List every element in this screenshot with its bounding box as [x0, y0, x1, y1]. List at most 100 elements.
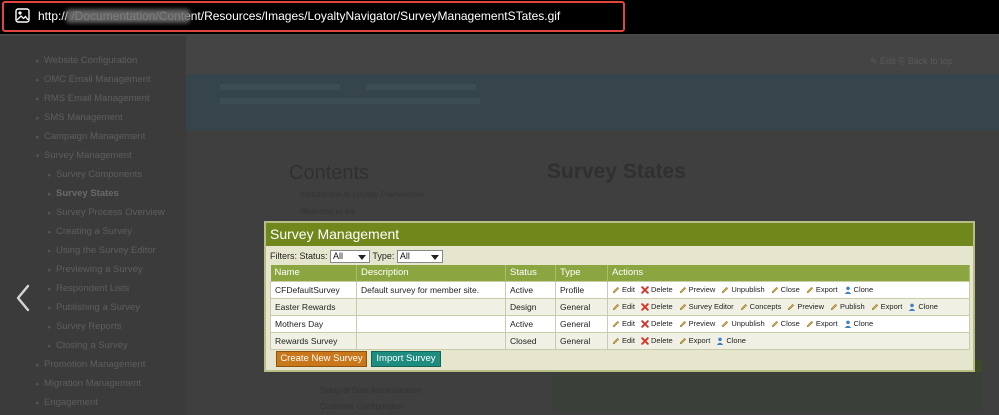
sidebar-item[interactable]: ▸ Using the Survey Editor: [48, 245, 156, 256]
action-edit-link[interactable]: Edit: [612, 302, 635, 311]
toc-item[interactable]: Customer Configuration: [320, 402, 404, 411]
sidebar-arrow-icon: ▸: [48, 248, 52, 255]
sidebar-item-label: Using the Survey Editor: [56, 245, 156, 256]
sidebar-item-label: Migration Management: [44, 378, 142, 389]
action-preview-link[interactable]: Preview: [787, 302, 824, 311]
action-export-link[interactable]: Export: [806, 285, 838, 294]
action-delete-link[interactable]: Delete: [641, 319, 673, 328]
action-edit-link[interactable]: Edit: [612, 319, 635, 328]
sidebar-item[interactable]: ▸ Promotion Management: [36, 359, 145, 370]
action-label: Export: [815, 319, 838, 328]
row-actions: Edit Delete Survey Editor Concepts Preview Pu…: [612, 302, 965, 311]
sidebar-item[interactable]: ▸ SMS Management: [36, 112, 123, 123]
sidebar-arrow-icon: ▸: [48, 267, 52, 274]
doc-banner: [186, 74, 999, 130]
panel-title: Survey Management: [266, 223, 973, 246]
sidebar-arrow-icon: ▸: [48, 172, 52, 179]
sidebar-item-label: Promotion Management: [44, 359, 146, 370]
action-label: Clone: [853, 319, 874, 328]
sidebar-item[interactable]: ▸ Survey Components: [48, 169, 142, 180]
delete-x-icon: [641, 285, 649, 294]
sidebar-item[interactable]: ▸ Website Configuration: [36, 55, 137, 66]
table-row: Easter Rewards Design General Edit Delete Sur…: [270, 297, 970, 316]
pencil-icon: [612, 303, 620, 310]
action-delete-link[interactable]: Delete: [641, 336, 673, 345]
sidebar-item[interactable]: ▸ Respondent Lists: [48, 283, 129, 294]
action-edit-link[interactable]: Edit: [612, 285, 635, 294]
sidebar-item[interactable]: ▸ Survey Process Overview: [48, 207, 165, 218]
sidebar-item-label: Survey Reports: [56, 321, 122, 332]
import-survey-button[interactable]: Import Survey: [371, 351, 441, 367]
sidebar-item[interactable]: ▸ OMC Email Management: [36, 74, 151, 85]
action-preview-link[interactable]: Preview: [679, 285, 715, 294]
pencil-icon: [679, 337, 686, 344]
action-close-link[interactable]: Close: [771, 285, 800, 294]
sidebar-item[interactable]: ▸ RMS Email Management: [36, 93, 150, 104]
filter-status-label: Filters: Status:: [270, 250, 328, 261]
sidebar-arrow-icon: ▸: [36, 134, 40, 141]
contents-title: Contents: [289, 162, 370, 184]
action-preview-link[interactable]: Preview: [679, 319, 716, 328]
back-chevron-icon[interactable]: [13, 283, 33, 313]
action-close-link[interactable]: Close: [771, 319, 800, 328]
toc-item[interactable]: Welcome to the: [300, 207, 355, 216]
sidebar-item[interactable]: ▸ Survey Reports: [48, 321, 121, 332]
status-filter-select[interactable]: All: [330, 250, 371, 263]
sidebar-item[interactable]: ▾ Survey Management: [36, 150, 132, 161]
column-header-status[interactable]: Status: [505, 265, 556, 281]
action-delete-link[interactable]: Delete: [641, 285, 673, 294]
sidebar-item[interactable]: ▸ Previewing a Survey: [48, 264, 143, 275]
table-row: Mothers Day Active General Edit Delete Previe…: [270, 314, 970, 333]
column-header-name[interactable]: Name: [270, 265, 357, 281]
action-clone-link[interactable]: Clone: [716, 336, 746, 345]
sidebar-item-label: Closing a Survey: [56, 340, 128, 351]
redacted-domain: [66, 9, 190, 23]
sidebar-item[interactable]: ▸ Creating a Survey: [48, 226, 132, 237]
sidebar-item[interactable]: ▸ Publishing a Survey: [48, 302, 140, 313]
sidebar-item[interactable]: ▸ Engagement: [36, 397, 98, 408]
action-clone-link[interactable]: Clone: [908, 302, 938, 311]
sidebar-arrow-icon: ▸: [48, 305, 52, 312]
toc-item[interactable]: Introduction to Loyalty Frameworks: [300, 190, 425, 199]
sidebar-arrow-icon: ▸: [36, 115, 40, 122]
person-icon: [844, 320, 851, 328]
action-export-link[interactable]: Export: [679, 336, 710, 345]
action-label: Delete: [650, 285, 673, 294]
sidebar-item[interactable]: ▸ Migration Management: [36, 378, 141, 389]
action-concepts-link[interactable]: Concepts: [740, 302, 781, 311]
column-header-type[interactable]: Type: [555, 265, 608, 281]
action-unpublish-link[interactable]: Unpublish: [721, 319, 765, 328]
type-filter-select[interactable]: All: [396, 250, 443, 263]
url-bar[interactable]: http:// /Documentation/Content/Resources…: [0, 0, 999, 34]
sidebar-item-label: Survey Components: [56, 169, 143, 180]
create-new-survey-button[interactable]: Create New Survey: [276, 351, 367, 367]
pencil-icon: [722, 286, 729, 293]
cell-description: [356, 331, 506, 350]
action-clone-link[interactable]: Clone: [844, 319, 874, 328]
action-survey-editor-link[interactable]: Survey Editor: [679, 302, 734, 311]
sidebar-item[interactable]: ▸ Closing a Survey: [48, 340, 128, 351]
action-label: Preview: [688, 319, 716, 328]
cell-status: Closed: [505, 331, 556, 350]
cell-status: Design: [505, 297, 556, 316]
action-delete-link[interactable]: Delete: [641, 302, 673, 311]
doc-tools[interactable]: ✎ Edit ⎘ Back to top: [870, 56, 953, 67]
filter-type-label: Type:: [372, 250, 395, 261]
action-unpublish-link[interactable]: Unpublish: [721, 285, 765, 294]
row-actions: Edit Delete Export Clone: [612, 336, 965, 345]
action-export-link[interactable]: Export: [871, 302, 902, 311]
action-label: Close: [780, 319, 800, 328]
action-export-link[interactable]: Export: [806, 319, 838, 328]
sidebar-item[interactable]: ▸ Campaign Management: [36, 131, 145, 142]
action-edit-link[interactable]: Edit: [612, 336, 635, 345]
cell-name: CFDefaultSurvey: [270, 280, 357, 299]
sidebar-arrow-icon: ▸: [36, 96, 40, 103]
column-header-description[interactable]: Description: [356, 265, 506, 281]
sidebar-item[interactable]: ▸ Survey States: [48, 188, 119, 199]
action-publish-link[interactable]: Publish: [830, 302, 865, 311]
sidebar-arrow-icon: ▸: [48, 229, 52, 236]
action-clone-link[interactable]: Clone: [844, 285, 873, 294]
sidebar-item-label: Survey Process Overview: [56, 207, 165, 218]
cell-actions: Edit Delete Export Clone: [607, 331, 970, 350]
toc-item[interactable]: Setup of Data Administration: [320, 386, 421, 395]
